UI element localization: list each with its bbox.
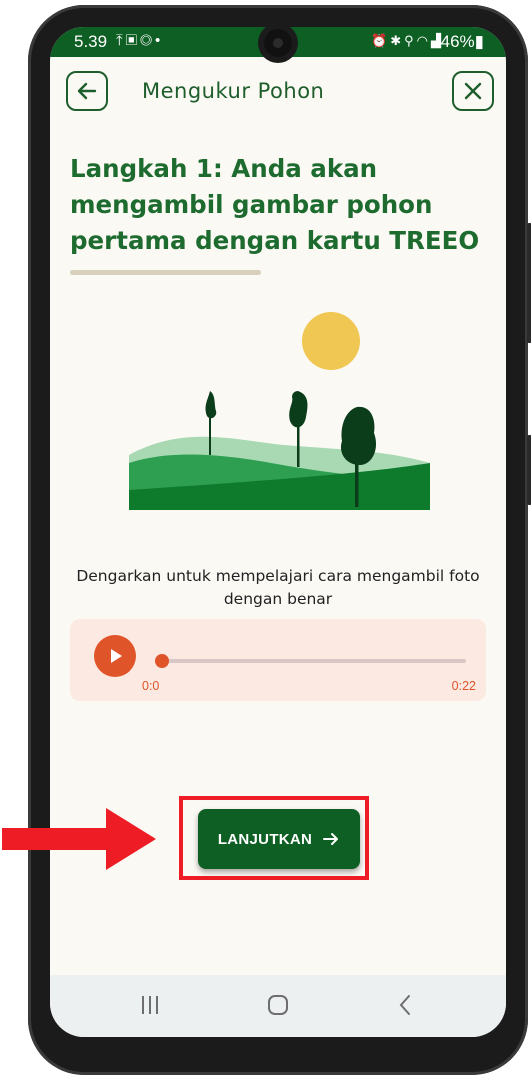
close-button[interactable] [452,71,494,111]
sun-shape [302,312,360,370]
audio-seek-bar[interactable] [160,659,466,663]
close-icon [464,82,482,100]
play-button[interactable] [94,635,136,677]
location-icon: ⚲ [404,33,417,48]
landscape-illustration [129,312,430,510]
app-screen: 5.39 ⤒▣◎• ⏰✱⚲◠▟ 46%▮ Mengukur Pohon Lang… [50,27,506,1037]
back-nav-icon[interactable] [394,993,418,1017]
seek-handle[interactable] [155,654,169,668]
power-button [527,223,531,343]
step-title: Langkah 1: Anda akan mengambil gambar po… [70,154,480,255]
image-icon: ▣ [125,32,141,49]
play-icon [111,649,122,663]
recent-apps-icon[interactable] [138,993,162,1017]
battery-icon: ▮ [474,32,484,51]
audio-player: 0:0 0:22 [70,619,486,701]
current-time: 0:0 [142,679,160,693]
dot-icon: • [154,32,164,49]
wifi-icon: ◠ [416,33,431,48]
pointer-arrow-icon [2,808,156,870]
volume-button [527,435,531,505]
battery-percentage: 46%▮ [441,32,484,52]
page-title: Mengukur Pohon [142,79,325,103]
arrow-left-icon [77,82,97,100]
audio-caption: Dengarkan untuk mempelajari cara mengamb… [76,567,480,608]
home-icon[interactable] [266,993,290,1017]
status-time: 5.39 [74,32,108,51]
front-camera [264,29,292,57]
status-notification-icons: ⤒▣◎• [116,32,163,49]
status-bar: 5.39 ⤒▣◎• ⏰✱⚲◠▟ 46%▮ [50,27,506,57]
duration: 0:22 [451,679,476,693]
highlight-annotation [179,796,369,880]
status-system-icons: ⏰✱⚲◠▟ [371,33,444,49]
android-navigation-bar [50,975,506,1037]
step-divider [70,270,261,275]
whatsapp-icon: ◎ [140,32,155,49]
back-button[interactable] [66,71,108,111]
alarm-icon: ⏰ [371,33,391,48]
bluetooth-icon: ✱ [390,33,405,48]
phone-frame: 5.39 ⤒▣◎• ⏰✱⚲◠▟ 46%▮ Mengukur Pohon Lang… [28,5,531,1075]
battery-label: 46% [440,32,475,51]
upload-icon: ⤒ [116,32,126,49]
